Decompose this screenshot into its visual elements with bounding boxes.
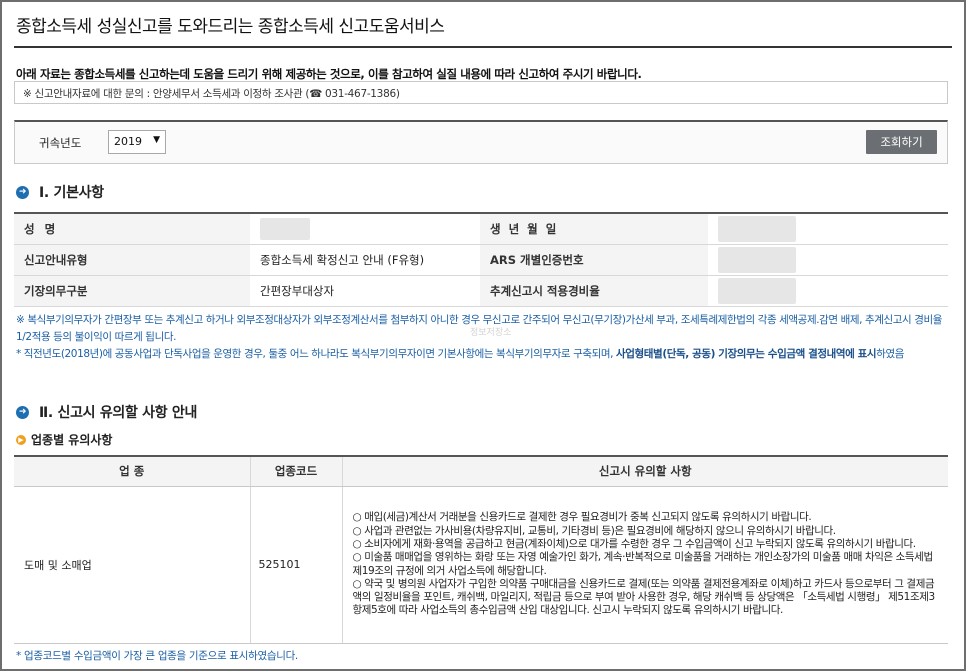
expense-rate-value: [708, 275, 948, 307]
industry-cell: 도매 및 소매업: [14, 486, 250, 644]
table-row: 도매 및 소매업 525101 ○ 매입(세금)계산서 거래분을 신용카드로 결…: [14, 486, 948, 644]
report-type-label: 신고안내유형: [14, 244, 250, 276]
list-item: ○ 매입(세금)계산서 거래분을 신용카드로 결제한 경우 필요경비가 중복 신…: [352, 511, 812, 524]
industry-notes-subtitle: ▶ 업종별 유의사항: [16, 431, 112, 448]
code-cell: 525101: [249, 486, 342, 644]
column-header-code: 업종코드: [249, 456, 342, 487]
year-select[interactable]: 2019 ▼: [108, 130, 166, 154]
year-label: 귀속년도: [39, 136, 82, 150]
search-button[interactable]: 조회하기: [866, 130, 937, 154]
ars-value: [708, 244, 948, 276]
list-item: ○ 미술품 매매업을 영위하는 화랑 또는 자영 예술가인 화가, 계속·반복적…: [352, 551, 934, 577]
expense-rate-label: 추계신고시 적용경비율: [480, 275, 708, 307]
table-row: 기장의무구분 간편장부대상자 추계신고시 적용경비율: [14, 275, 948, 307]
list-item: ○ 사업과 관련없는 가사비용(차량유지비, 교통비, 기타경비 등)은 필요경…: [352, 524, 837, 537]
search-panel: 귀속년도 2019 ▼ 조회하기: [14, 120, 948, 164]
note-joint-business: * 직전년도(2018년)에 공동사업과 단독사업을 운영한 경우, 둘중 어느…: [16, 348, 904, 360]
footnote: * 업종코드별 수입금액이 가장 큰 업종을 기준으로 표시하였습니다.: [16, 650, 298, 662]
name-label: 성 명: [14, 213, 250, 245]
section-basic-title: ➜ Ⅰ. 기본사항: [16, 182, 104, 202]
section-notes-label: Ⅱ. 신고시 유의할 사항 안내: [39, 405, 198, 421]
arrow-right-icon: ➜: [16, 405, 29, 419]
birthdate-label: 생 년 월 일: [480, 213, 708, 245]
bullet-arrow-icon: ▶: [16, 434, 26, 445]
industry-notes-label: 업종별 유의사항: [31, 433, 113, 447]
basic-info-table: 성 명 생 년 월 일 신고안내유형 종합소득세 확정신고 안내 (F유형) A…: [14, 212, 948, 307]
section-basic-label: Ⅰ. 기본사항: [39, 185, 104, 201]
year-select-value: 2019: [114, 135, 142, 148]
name-value: [250, 213, 480, 245]
column-header-notes: 신고시 유의할 사항: [341, 456, 948, 487]
bookkeeping-label: 기장의무구분: [14, 275, 250, 307]
notes-cell: ○ 매입(세금)계산서 거래분을 신용카드로 결제한 경우 필요경비가 중복 신…: [341, 486, 948, 644]
bookkeeping-value: 간편장부대상자: [250, 275, 480, 307]
note-bookkeeping: ※ 복식부기의무자가 간편장부 또는 추계신고 하거나 외부조정대상자가 외부조…: [16, 314, 943, 343]
section-notes-title: ➜ Ⅱ. 신고시 유의할 사항 안내: [16, 402, 197, 422]
list-item: ○ 소비자에게 재화·용역을 공급하고 현금(계좌이체)으로 대가를 수령한 경…: [352, 537, 917, 550]
birthdate-value: [708, 213, 948, 245]
title-divider: [14, 46, 952, 48]
chevron-down-icon: ▼: [153, 135, 160, 145]
intro-text: 아래 자료는 종합소득세를 신고하는데 도움을 드리기 위해 제공하는 것으로,…: [16, 67, 642, 81]
arrow-right-icon: ➜: [16, 185, 29, 199]
report-type-value: 종합소득세 확정신고 안내 (F유형): [250, 244, 480, 276]
note-joint-business-emphasis: 사업형태별(단독, 공동) 기장의무는 수입금액 결정내역에 표시: [616, 348, 877, 360]
industry-notes-table: 업 종 업종코드 신고시 유의할 사항 도매 및 소매업 525101 ○ 매입…: [14, 455, 948, 644]
column-header-industry: 업 종: [14, 456, 250, 487]
list-item: ○ 약국 및 병의원 사업자가 구입한 의약품 구매대금을 신용카드로 결제(또…: [352, 577, 936, 617]
table-row: 신고안내유형 종합소득세 확정신고 안내 (F유형) ARS 개별인증번호: [14, 244, 948, 276]
contact-info: ※ 신고안내자료에 대한 문의 : 안양세무서 소득세과 이정하 조사관 (☎ …: [14, 81, 948, 104]
table-header-row: 업 종 업종코드 신고시 유의할 사항: [14, 456, 948, 487]
table-row: 성 명 생 년 월 일: [14, 213, 948, 245]
ars-label: ARS 개별인증번호: [480, 244, 708, 276]
page-title: 종합소득세 성실신고를 도와드리는 종합소득세 신고도움서비스: [16, 17, 445, 37]
